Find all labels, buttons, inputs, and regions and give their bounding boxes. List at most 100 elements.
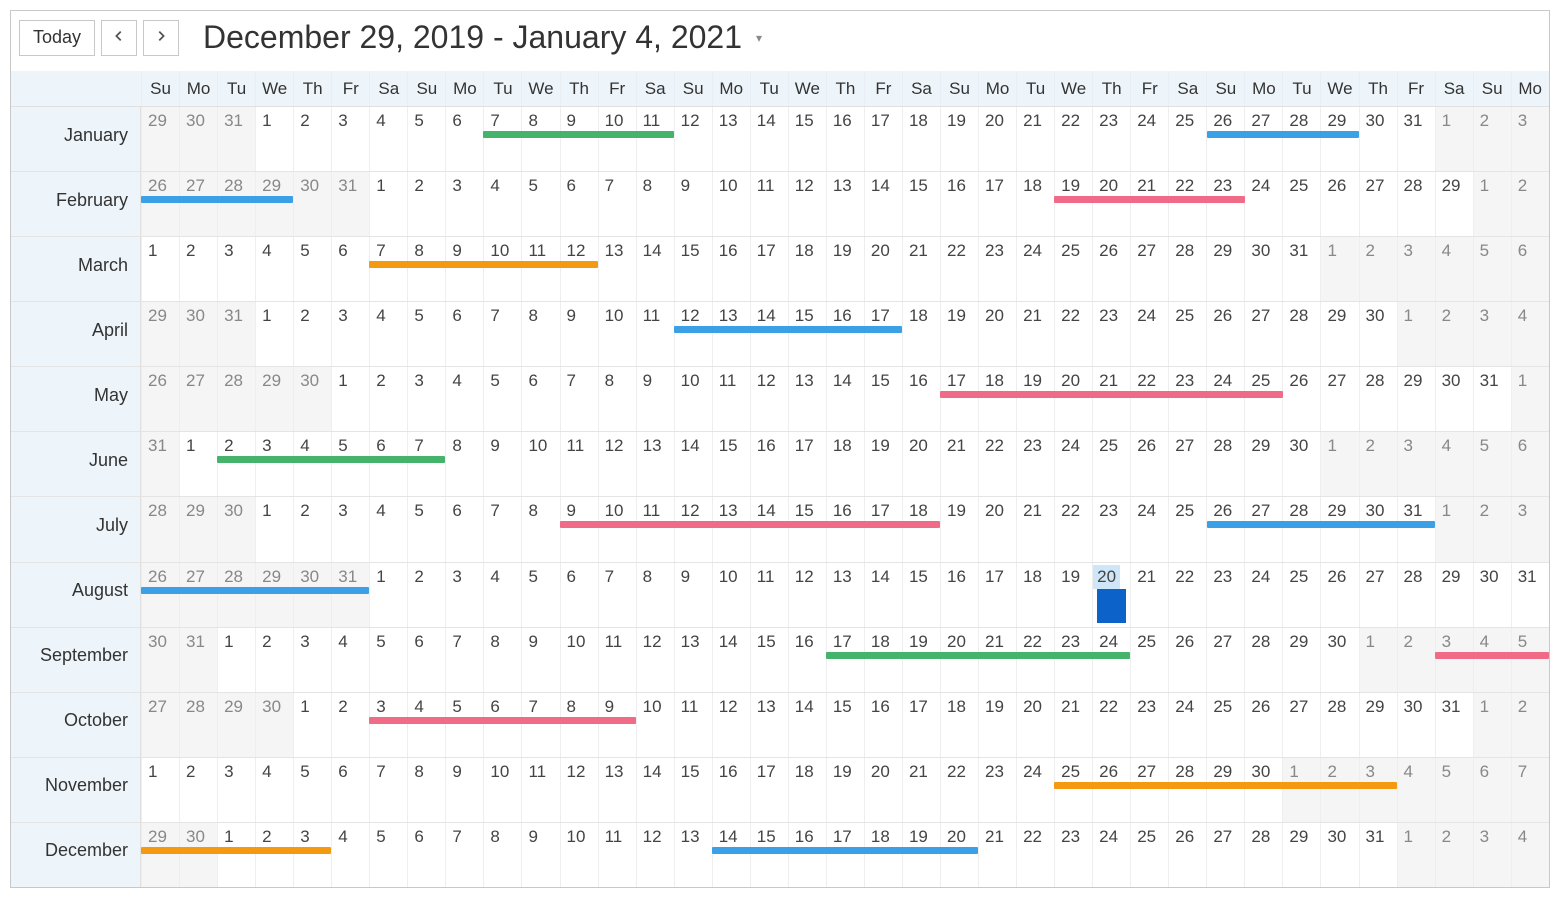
day-cell[interactable]: 30	[179, 823, 217, 887]
day-cell[interactable]: 30	[1359, 497, 1397, 561]
day-cell[interactable]: 3	[369, 693, 407, 757]
day-cell[interactable]: 31	[331, 563, 369, 627]
day-cell[interactable]: 7	[598, 172, 636, 236]
day-cell[interactable]: 28	[1359, 367, 1397, 431]
day-cell[interactable]: 12	[674, 107, 712, 171]
day-cell[interactable]: 28	[141, 497, 179, 561]
date-range-dropdown[interactable]: December 29, 2019 - January 4, 2021 ▾	[203, 19, 762, 56]
day-cell[interactable]: 18	[788, 237, 826, 301]
day-cell[interactable]: 23	[1092, 107, 1130, 171]
day-cell[interactable]: 1	[293, 693, 331, 757]
day-cell[interactable]: 28	[217, 563, 255, 627]
day-cell[interactable]: 1	[369, 172, 407, 236]
day-cell[interactable]: 30	[179, 107, 217, 171]
day-cell[interactable]: 28	[1282, 107, 1320, 171]
day-cell[interactable]: 9	[445, 758, 483, 822]
day-cell[interactable]: 19	[1054, 172, 1092, 236]
day-cell[interactable]: 29	[179, 497, 217, 561]
day-cell[interactable]: 25	[1054, 758, 1092, 822]
day-cell[interactable]: 3	[1397, 432, 1435, 496]
day-cell[interactable]: 7	[560, 367, 598, 431]
day-cell[interactable]: 11	[750, 172, 788, 236]
day-cell[interactable]: 8	[521, 497, 559, 561]
day-cell[interactable]: 2	[255, 628, 293, 692]
day-cell[interactable]: 22	[1016, 823, 1054, 887]
day-cell[interactable]: 16	[788, 823, 826, 887]
day-cell[interactable]: 7	[369, 237, 407, 301]
day-cell[interactable]: 2	[1473, 497, 1511, 561]
day-cell[interactable]: 28	[179, 693, 217, 757]
day-cell[interactable]: 22	[940, 237, 978, 301]
day-cell[interactable]: 6	[445, 302, 483, 366]
day-cell[interactable]: 3	[1359, 758, 1397, 822]
day-cell[interactable]: 21	[1016, 497, 1054, 561]
day-cell[interactable]: 17	[788, 432, 826, 496]
day-cell[interactable]: 13	[712, 302, 750, 366]
day-cell[interactable]: 31	[1282, 237, 1320, 301]
day-cell[interactable]: 22	[1016, 628, 1054, 692]
day-cell[interactable]: 21	[1130, 172, 1168, 236]
day-cell[interactable]: 30	[1359, 302, 1397, 366]
day-cell[interactable]: 29	[1435, 172, 1473, 236]
day-cell[interactable]: 3	[445, 172, 483, 236]
day-cell[interactable]: 18	[1016, 563, 1054, 627]
day-cell[interactable]: 3	[1435, 628, 1473, 692]
day-cell[interactable]: 7	[407, 432, 445, 496]
day-cell[interactable]: 21	[940, 432, 978, 496]
day-cell[interactable]: 12	[674, 497, 712, 561]
day-cell[interactable]: 25	[1168, 302, 1206, 366]
day-cell[interactable]: 23	[1092, 302, 1130, 366]
day-cell[interactable]: 30	[141, 628, 179, 692]
day-cell[interactable]: 11	[560, 432, 598, 496]
day-cell[interactable]: 30	[293, 367, 331, 431]
next-button[interactable]	[143, 20, 179, 56]
day-cell[interactable]: 5	[1473, 237, 1511, 301]
day-cell[interactable]: 25	[1092, 432, 1130, 496]
day-cell[interactable]: 8	[636, 172, 674, 236]
event-bar[interactable]	[826, 652, 1130, 659]
day-cell[interactable]: 14	[636, 758, 674, 822]
day-cell[interactable]: 11	[636, 497, 674, 561]
day-cell[interactable]: 18	[902, 497, 940, 561]
day-cell[interactable]: 14	[712, 823, 750, 887]
event-bar[interactable]	[217, 456, 445, 463]
day-cell[interactable]: 4	[1435, 432, 1473, 496]
day-cell[interactable]: 8	[483, 823, 521, 887]
day-cell[interactable]: 13	[712, 497, 750, 561]
day-cell[interactable]: 4	[1435, 237, 1473, 301]
day-cell[interactable]: 1	[331, 367, 369, 431]
day-cell[interactable]: 13	[674, 823, 712, 887]
event-bar[interactable]	[712, 847, 978, 854]
day-cell[interactable]: 26	[141, 172, 179, 236]
day-cell[interactable]: 16	[788, 628, 826, 692]
day-cell[interactable]: 19	[864, 432, 902, 496]
day-cell[interactable]: 6	[331, 237, 369, 301]
day-cell[interactable]: 26	[1130, 432, 1168, 496]
day-cell[interactable]: 4	[331, 628, 369, 692]
day-cell[interactable]: 13	[712, 107, 750, 171]
day-cell[interactable]: 20	[978, 497, 1016, 561]
day-cell[interactable]: 30	[1320, 823, 1358, 887]
day-cell[interactable]: 31	[331, 172, 369, 236]
day-cell[interactable]: 15	[864, 367, 902, 431]
day-cell[interactable]: 22	[1054, 107, 1092, 171]
day-cell[interactable]: 3	[445, 563, 483, 627]
day-cell[interactable]: 10	[636, 693, 674, 757]
day-cell[interactable]: 10	[712, 563, 750, 627]
day-cell[interactable]: 10	[598, 107, 636, 171]
day-cell[interactable]: 29	[217, 693, 255, 757]
day-cell[interactable]: 29	[141, 107, 179, 171]
day-cell[interactable]: 18	[826, 432, 864, 496]
day-cell[interactable]: 17	[864, 302, 902, 366]
day-cell[interactable]: 9	[560, 497, 598, 561]
day-cell[interactable]: 17	[750, 237, 788, 301]
day-cell[interactable]: 20	[864, 758, 902, 822]
day-cell[interactable]: 16	[826, 497, 864, 561]
day-cell[interactable]: 10	[483, 237, 521, 301]
day-cell[interactable]: 19	[902, 628, 940, 692]
day-cell[interactable]: 4	[369, 302, 407, 366]
day-cell[interactable]: 17	[826, 823, 864, 887]
day-cell[interactable]: 25	[1054, 237, 1092, 301]
day-cell[interactable]: 28	[1244, 628, 1282, 692]
day-cell[interactable]: 7	[521, 693, 559, 757]
